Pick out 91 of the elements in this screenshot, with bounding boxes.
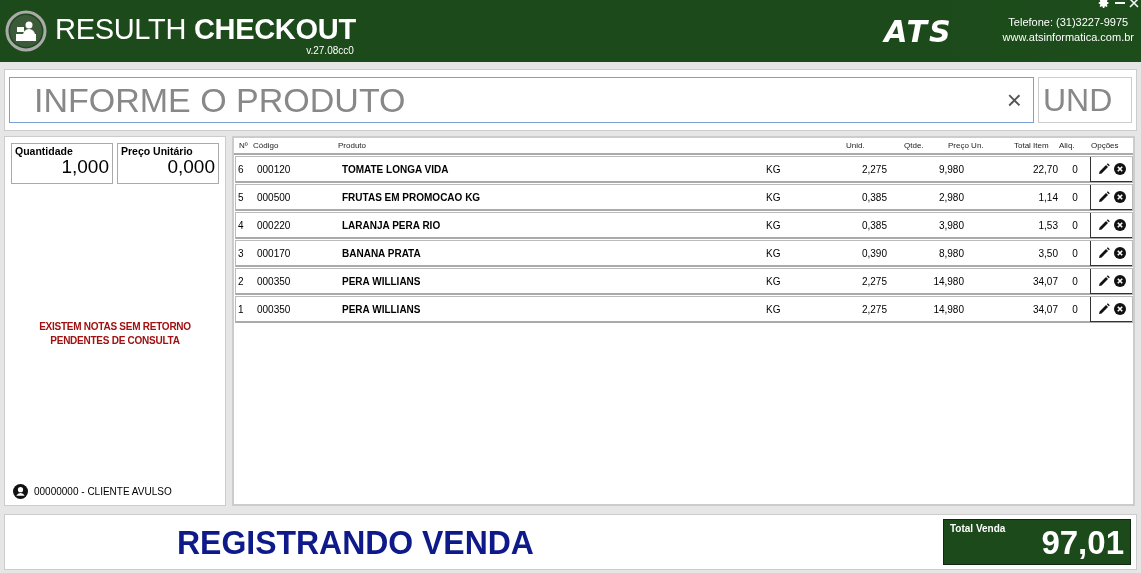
table-cell-text: 1,53 [1037,219,1059,231]
table-cell-text: PERA WILLIANS [341,303,422,315]
field-value: 0,000 [166,156,215,178]
brand-logo: ATS [884,13,953,49]
input-box[interactable]: Preço Unitário 0,000 [117,143,219,184]
table-cell-text: 0,385 [860,219,888,231]
table-cell-text: 0 [1071,247,1079,259]
table-cell-text: 1,14 [1037,191,1059,203]
column-header: Nº [239,141,248,150]
sale-status: REGISTRANDO VENDA [177,522,534,562]
pencil-icon[interactable] [1097,190,1110,203]
pencil-icon[interactable] [1097,162,1110,175]
pencil-icon[interactable] [1097,302,1110,315]
table-cell-text: 2 [237,275,245,287]
pencil-icon[interactable] [1097,218,1110,231]
column-header: Qtde. [904,141,924,150]
field-value: 1,000 [61,156,109,178]
settings-icon[interactable] [1097,0,1111,9]
table-cell-text: KG [765,303,782,315]
version-label: v.27.08cc0 [306,44,354,56]
close-circle-icon[interactable] [1113,274,1126,287]
input-box[interactable]: Quantidade 1,000 [11,143,113,184]
table-cell-text: 3,980 [937,219,965,231]
table-cell-text: 14,980 [932,303,965,315]
column-header: Total Item [1014,141,1049,150]
table-cell-text: 6 [237,163,245,175]
table-cell-text: 0 [1071,219,1079,231]
table-cell-text: KG [765,219,782,231]
column-header: Aliq. [1059,141,1075,150]
user-icon [13,484,28,499]
phone-label: Telefone: (31)3227-9975 [1008,15,1129,28]
table-cell-text: TOMATE LONGA VIDA [341,163,450,175]
column-header: Unid. [846,141,865,150]
close-circle-icon[interactable] [1113,162,1126,175]
table-cell-text: BANANA PRATA [341,247,422,259]
table-cell-text: 34,07 [1031,303,1059,315]
table-cell-text: 0,390 [860,247,888,259]
table-cell-text: 1 [237,303,245,315]
column-header: Opções [1091,141,1119,150]
table-cell-text: 34,07 [1031,275,1059,287]
table-cell-text: 22,70 [1031,163,1059,175]
table-cell-text: 0 [1071,191,1079,203]
table-cell-text: 0 [1071,275,1079,287]
column-header: Código [253,141,279,150]
total-value: 97,01 [1041,525,1124,561]
table-cell-text: 5 [237,191,245,203]
website-label: www.atsinformatica.com.br [1002,30,1134,43]
column-header: Produto [338,141,367,150]
table-cell-text: 3 [237,247,245,259]
customer-label: 00000000 - CLIENTE AVULSO [34,486,172,497]
table-cell-text: KG [765,247,782,259]
app-title: RESULTH CHECKOUT [55,12,356,45]
table-cell-text: 000170 [256,247,292,259]
table-cell-text: 000500 [256,191,292,203]
field-label: Preço Unitário [121,145,194,157]
table-cell-text: 2,275 [860,163,888,175]
table-cell-text: 000350 [256,303,292,315]
table-cell-text: PERA WILLIANS [341,275,422,287]
column-header: Preço Un. [948,141,984,150]
table-cell-text: LARANJA PERA RIO [341,219,442,231]
table-cell-text: 000220 [256,219,292,231]
clear-button[interactable]: × [1004,85,1024,116]
field-label: Quantidade [15,145,74,157]
table-cell-text: 9,980 [937,163,965,175]
unit-field[interactable]: UND [1038,77,1132,123]
close-circle-icon[interactable] [1113,302,1126,315]
table-cell-text: 3,50 [1037,247,1059,259]
close-circle-icon[interactable] [1113,218,1126,231]
cashier-logo-icon [5,10,47,52]
table-cell-text: 000350 [256,275,292,287]
table-cell-text: 14,980 [932,275,965,287]
pending-notes-warning: EXISTEM NOTAS SEM RETORNO PENDENTES DE CONSULTA [38,320,192,348]
total-label: Total Venda [950,523,1006,536]
table-cell-text: FRUTAS EM PROMOCAO KG [341,191,482,203]
table-cell-text: 0 [1071,163,1079,175]
close-icon[interactable] [1129,0,1139,8]
table-cell-text: 000120 [256,163,292,175]
pencil-icon[interactable] [1097,274,1110,287]
table-cell-text: 2,275 [860,303,888,315]
close-circle-icon[interactable] [1113,246,1126,259]
table-cell-text: 2,980 [937,191,965,203]
table-cell-text: 2,275 [860,275,888,287]
close-circle-icon[interactable] [1113,190,1126,203]
table-cell-text: 0,385 [860,191,888,203]
table-cell-text: 8,980 [937,247,965,259]
table-cell-text: 0 [1071,303,1079,315]
table-cell-text: KG [765,191,782,203]
table-cell-text: KG [765,163,782,175]
table-cell-text: 4 [237,219,245,231]
pencil-icon[interactable] [1097,246,1110,259]
table-cell-text: KG [765,275,782,287]
